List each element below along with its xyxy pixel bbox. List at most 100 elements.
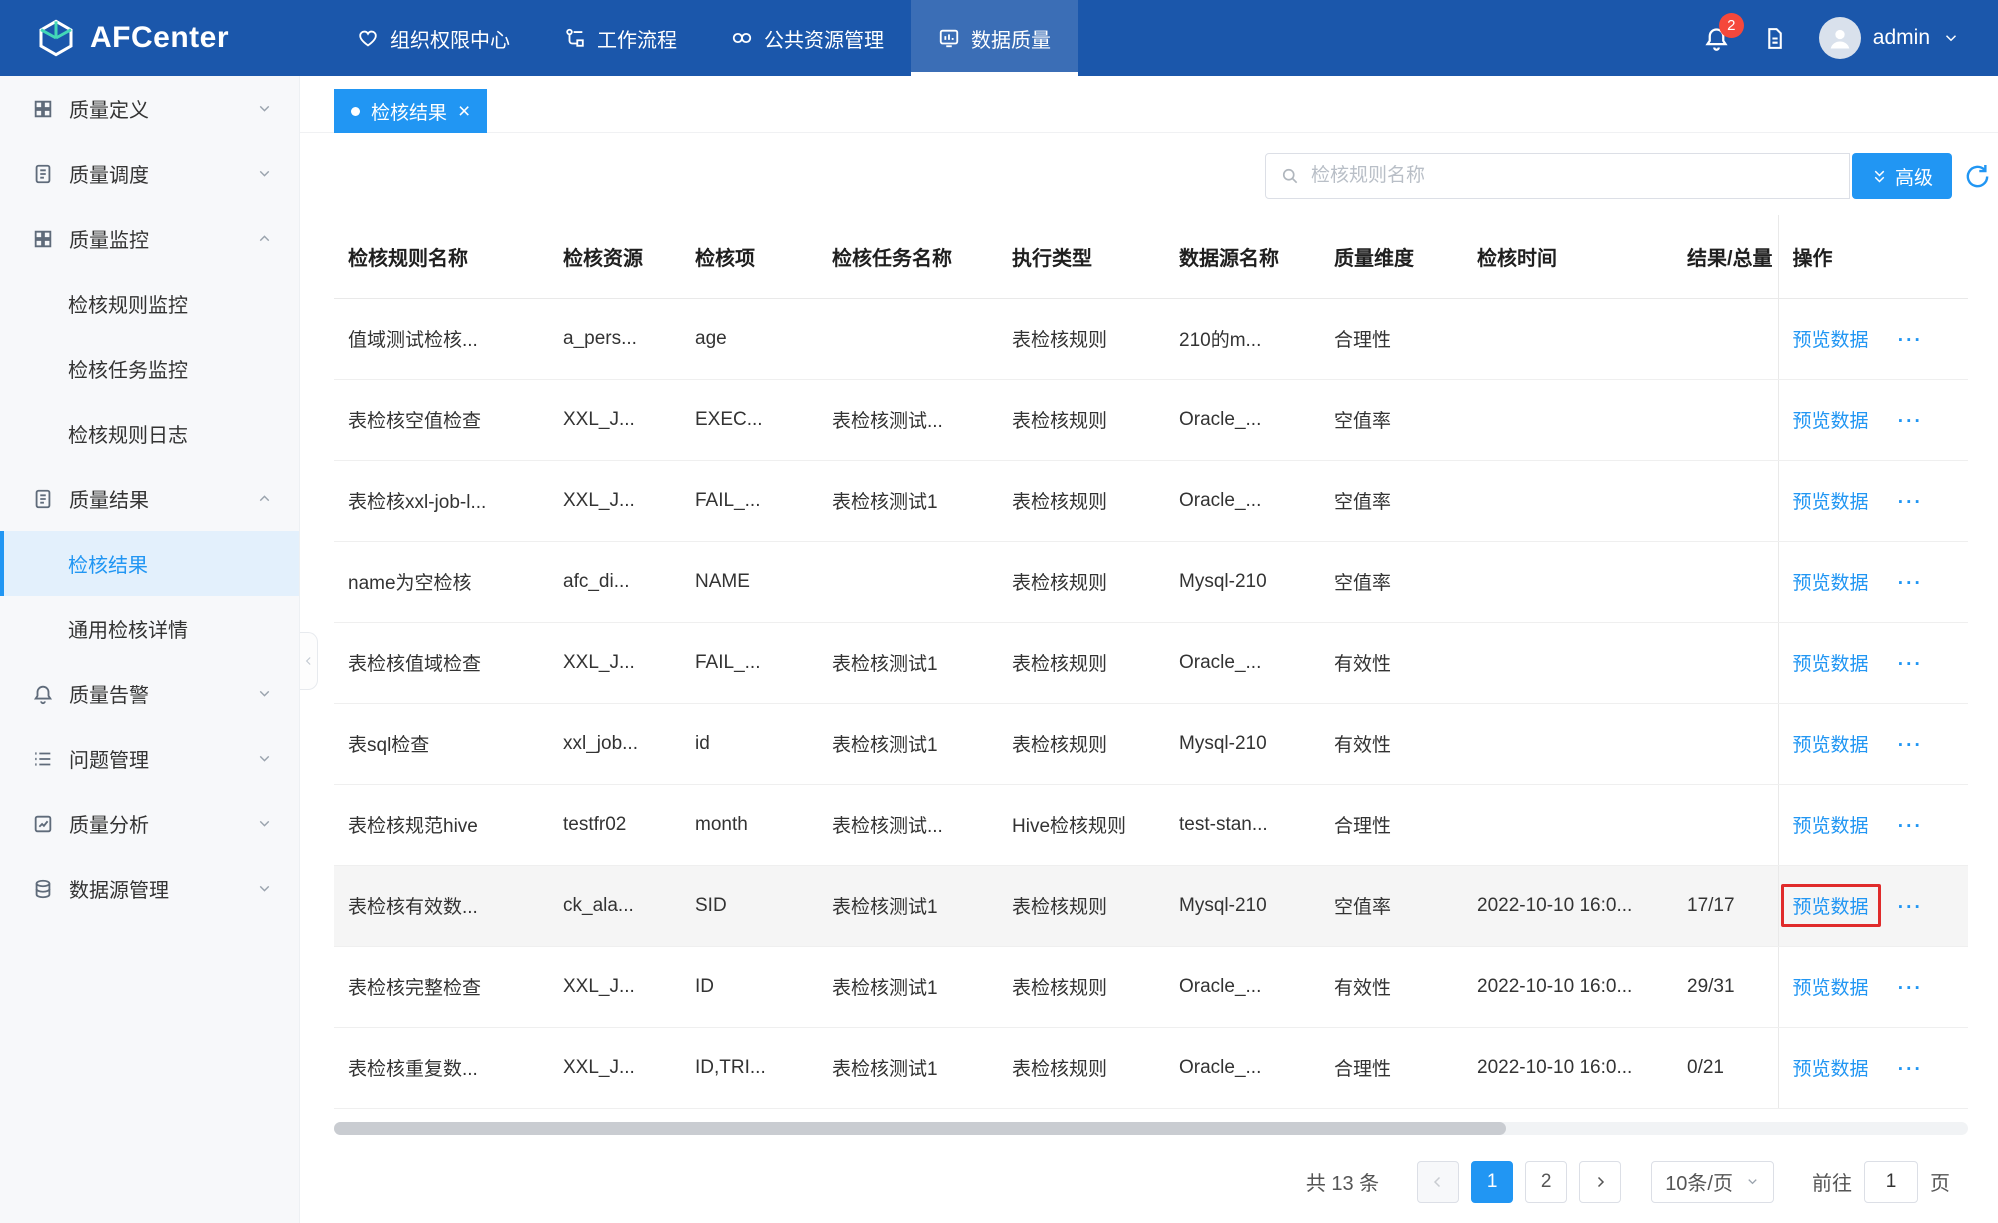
sidebar-collapse-handle[interactable] — [300, 632, 318, 690]
user-menu[interactable]: admin — [1819, 17, 1960, 59]
refresh-icon[interactable] — [1963, 162, 1992, 191]
cell-exec-type: 表检核规则 — [998, 541, 1165, 622]
horizontal-scrollbar-thumb[interactable] — [334, 1122, 1506, 1135]
cell-actions: 预览数据 ··· — [1778, 379, 1968, 460]
preview-data-link[interactable]: 预览数据 — [1793, 978, 1869, 999]
cell-resource: xxl_job... — [549, 703, 681, 784]
cell-result-total — [1673, 541, 1778, 622]
cell-dimension: 空值率 — [1320, 460, 1463, 541]
cell-datasource: Mysql-210 — [1165, 541, 1320, 622]
cell-datasource: Mysql-210 — [1165, 703, 1320, 784]
preview-data-link[interactable]: 预览数据 — [1793, 330, 1869, 351]
pagination-prev-button[interactable] — [1417, 1161, 1459, 1203]
table-row: 表检核xxl-job-l... XXL_J... FAIL_... 表检核测试1… — [334, 460, 1968, 541]
preview-data-link[interactable]: 预览数据 — [1793, 816, 1869, 837]
sidebar-item-check-rule-logs[interactable]: 检核规则日志 — [0, 401, 299, 466]
sidebar-group-datasource-management[interactable]: 数据源管理 — [0, 856, 299, 921]
more-actions-button[interactable]: ··· — [1898, 411, 1923, 432]
cell-actions: 预览数据 ··· — [1778, 298, 1968, 379]
sidebar-group-label: 质量结果 — [69, 484, 256, 513]
cell-check-item: EXEC... — [681, 379, 818, 460]
preview-data-link[interactable]: 预览数据 — [1793, 411, 1869, 432]
preview-data-link[interactable]: 预览数据 — [1793, 492, 1869, 513]
sidebar-item-label: 检核规则日志 — [68, 419, 188, 448]
more-actions-button[interactable]: ··· — [1898, 816, 1923, 837]
cell-dimension: 有效性 — [1320, 703, 1463, 784]
col-dimension: 质量维度 — [1320, 215, 1463, 298]
cell-task-name: 表检核测试... — [818, 784, 998, 865]
preview-data-link[interactable]: 预览数据 — [1793, 573, 1869, 594]
sidebar-group-quality-definition[interactable]: 质量定义 — [0, 76, 299, 141]
sidebar-group-issue-management[interactable]: 问题管理 — [0, 726, 299, 791]
sidebar-group-quality-alerts[interactable]: 质量告警 — [0, 661, 299, 726]
preview-data-link[interactable]: 预览数据 — [1793, 735, 1869, 756]
cell-check-item: age — [681, 298, 818, 379]
person-icon — [1826, 24, 1854, 52]
nav-item-workflow[interactable]: 工作流程 — [537, 0, 704, 76]
nav-item-data-quality[interactable]: 数据质量 — [911, 0, 1078, 76]
cell-resource: a_pers... — [549, 298, 681, 379]
cell-check-time: 2022-10-10 16:0... — [1463, 865, 1673, 946]
avatar — [1819, 17, 1861, 59]
sidebar-group-quality-results[interactable]: 质量结果 — [0, 466, 299, 531]
pagination-page-2[interactable]: 2 — [1525, 1161, 1567, 1203]
nav-item-org-permissions[interactable]: 组织权限中心 — [330, 0, 537, 76]
cell-check-item: SID — [681, 865, 818, 946]
more-actions-button[interactable]: ··· — [1898, 492, 1923, 513]
cell-datasource: 210的m... — [1165, 298, 1320, 379]
pagination-next-button[interactable] — [1579, 1161, 1621, 1203]
cell-resource: XXL_J... — [549, 946, 681, 1027]
pagination-page-1[interactable]: 1 — [1471, 1161, 1513, 1203]
col-exec-type: 执行类型 — [998, 215, 1165, 298]
more-actions-button[interactable]: ··· — [1898, 978, 1923, 999]
cell-check-time — [1463, 298, 1673, 379]
chevron-down-icon — [256, 685, 273, 702]
cell-rule-name: 表检核有效数... — [334, 865, 549, 946]
document-icon[interactable] — [1762, 26, 1787, 51]
more-actions-button[interactable]: ··· — [1898, 897, 1923, 918]
cell-check-item: ID — [681, 946, 818, 1027]
more-actions-button[interactable]: ··· — [1898, 735, 1923, 756]
workflow-icon — [564, 27, 586, 49]
advanced-search-button[interactable]: 高级 — [1852, 153, 1952, 199]
sidebar-group-quality-scheduling[interactable]: 质量调度 — [0, 141, 299, 206]
top-navbar: AFCenter 组织权限中心 工作流程 公共资源管理 数据质量 2 — [0, 0, 1998, 76]
sidebar-item-check-rule-monitoring[interactable]: 检核规则监控 — [0, 271, 299, 336]
goto-page-input[interactable] — [1864, 1161, 1918, 1203]
document-icon — [32, 163, 54, 185]
sidebar-group-quality-monitoring[interactable]: 质量监控 — [0, 206, 299, 271]
sidebar-item-check-results[interactable]: 检核结果 — [0, 531, 299, 596]
sidebar-item-general-check-details[interactable]: 通用检核详情 — [0, 596, 299, 661]
preview-data-link[interactable]: 预览数据 — [1793, 897, 1869, 918]
tab-check-results[interactable]: 检核结果 × — [334, 89, 487, 133]
cell-exec-type: Hive检核规则 — [998, 784, 1165, 865]
tab-close-icon[interactable]: × — [458, 101, 470, 122]
grid-icon — [32, 228, 54, 250]
advanced-search-label: 高级 — [1895, 163, 1933, 190]
cell-check-time — [1463, 379, 1673, 460]
more-actions-button[interactable]: ··· — [1898, 1059, 1923, 1080]
shared-resource-icon — [731, 27, 753, 49]
page-size-select[interactable]: 10条/页 — [1651, 1161, 1774, 1203]
cell-actions: 预览数据 ··· — [1778, 946, 1968, 1027]
preview-data-link[interactable]: 预览数据 — [1793, 1059, 1869, 1080]
preview-data-link[interactable]: 预览数据 — [1793, 654, 1869, 675]
cell-dimension: 合理性 — [1320, 1027, 1463, 1108]
more-actions-button[interactable]: ··· — [1898, 654, 1923, 675]
search-input[interactable] — [1311, 165, 1835, 187]
more-actions-button[interactable]: ··· — [1898, 330, 1923, 351]
cell-exec-type: 表检核规则 — [998, 946, 1165, 1027]
col-check-time: 检核时间 — [1463, 215, 1673, 298]
notifications-button[interactable]: 2 — [1703, 25, 1730, 52]
nav-item-shared-resources[interactable]: 公共资源管理 — [704, 0, 911, 76]
more-actions-button[interactable]: ··· — [1898, 573, 1923, 594]
cell-resource: ck_ala... — [549, 865, 681, 946]
cell-exec-type: 表检核规则 — [998, 703, 1165, 784]
sidebar-item-check-task-monitoring[interactable]: 检核任务监控 — [0, 336, 299, 401]
cell-dimension: 空值率 — [1320, 379, 1463, 460]
cell-task-name — [818, 541, 998, 622]
cell-datasource: Oracle_... — [1165, 379, 1320, 460]
cell-rule-name: 表检核规范hive — [334, 784, 549, 865]
sidebar-group-quality-analysis[interactable]: 质量分析 — [0, 791, 299, 856]
table-row: name为空检核 afc_di... NAME 表检核规则 Mysql-210 … — [334, 541, 1968, 622]
